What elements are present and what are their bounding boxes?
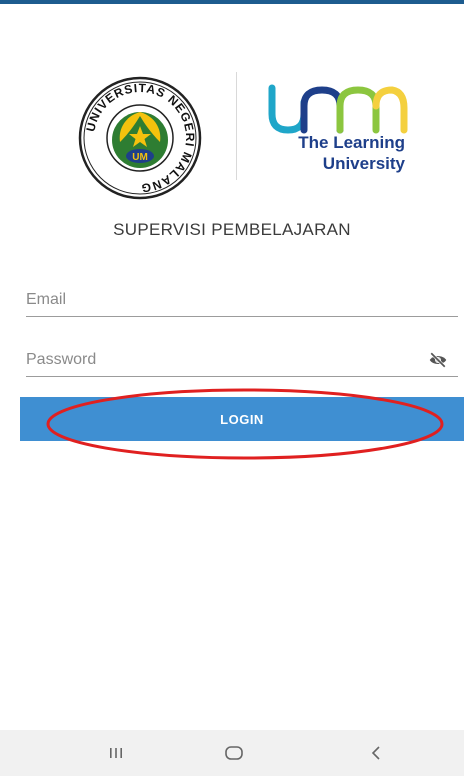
password-field [26, 346, 458, 377]
back-icon [371, 746, 380, 760]
email-field [26, 286, 458, 317]
password-input[interactable] [26, 346, 426, 374]
logo-divider [236, 72, 237, 180]
app-title: SUPERVISI PEMBELAJARAN [113, 220, 351, 239]
tagline-line-2: University [322, 154, 405, 173]
email-input[interactable] [26, 286, 426, 314]
home-button[interactable] [194, 730, 274, 776]
logo-header: UNIVERSITAS NEGERI MALANG UM The Learnin… [0, 60, 464, 200]
android-nav-bar [0, 730, 464, 776]
status-bar-strip [0, 0, 464, 4]
tagline-line-1: The Learning [298, 133, 405, 152]
eye-off-icon[interactable] [428, 351, 448, 369]
back-button[interactable] [336, 730, 416, 776]
seal-center-text: UM [132, 152, 148, 163]
home-icon [225, 746, 243, 760]
recent-apps-button[interactable] [76, 730, 156, 776]
login-button[interactable]: LOGIN [20, 397, 464, 441]
recent-apps-icon [110, 748, 122, 758]
university-seal-logo: UNIVERSITAS NEGERI MALANG UM [78, 76, 202, 200]
